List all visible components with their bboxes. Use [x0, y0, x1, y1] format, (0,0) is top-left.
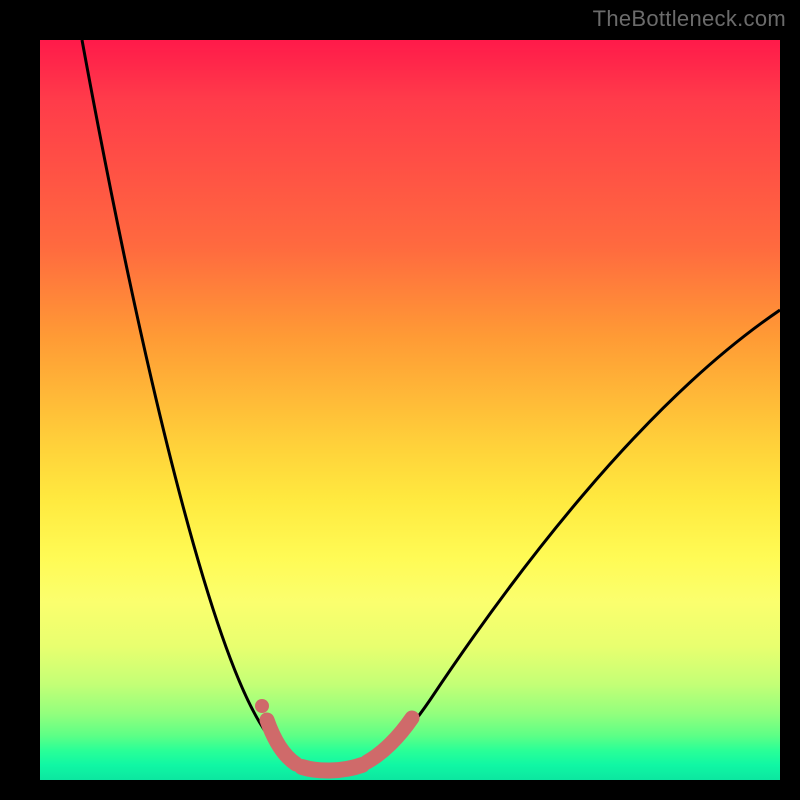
- accent-dot: [255, 699, 269, 713]
- left-dip-marker: [267, 720, 296, 764]
- chart-svg: [40, 40, 780, 780]
- valley-marker: [302, 765, 362, 771]
- watermark-text: TheBottleneck.com: [593, 6, 786, 32]
- right-rise-marker: [367, 718, 412, 762]
- chart-frame: TheBottleneck.com: [0, 0, 800, 800]
- bottleneck-curve: [82, 40, 780, 770]
- plot-area: [40, 40, 780, 780]
